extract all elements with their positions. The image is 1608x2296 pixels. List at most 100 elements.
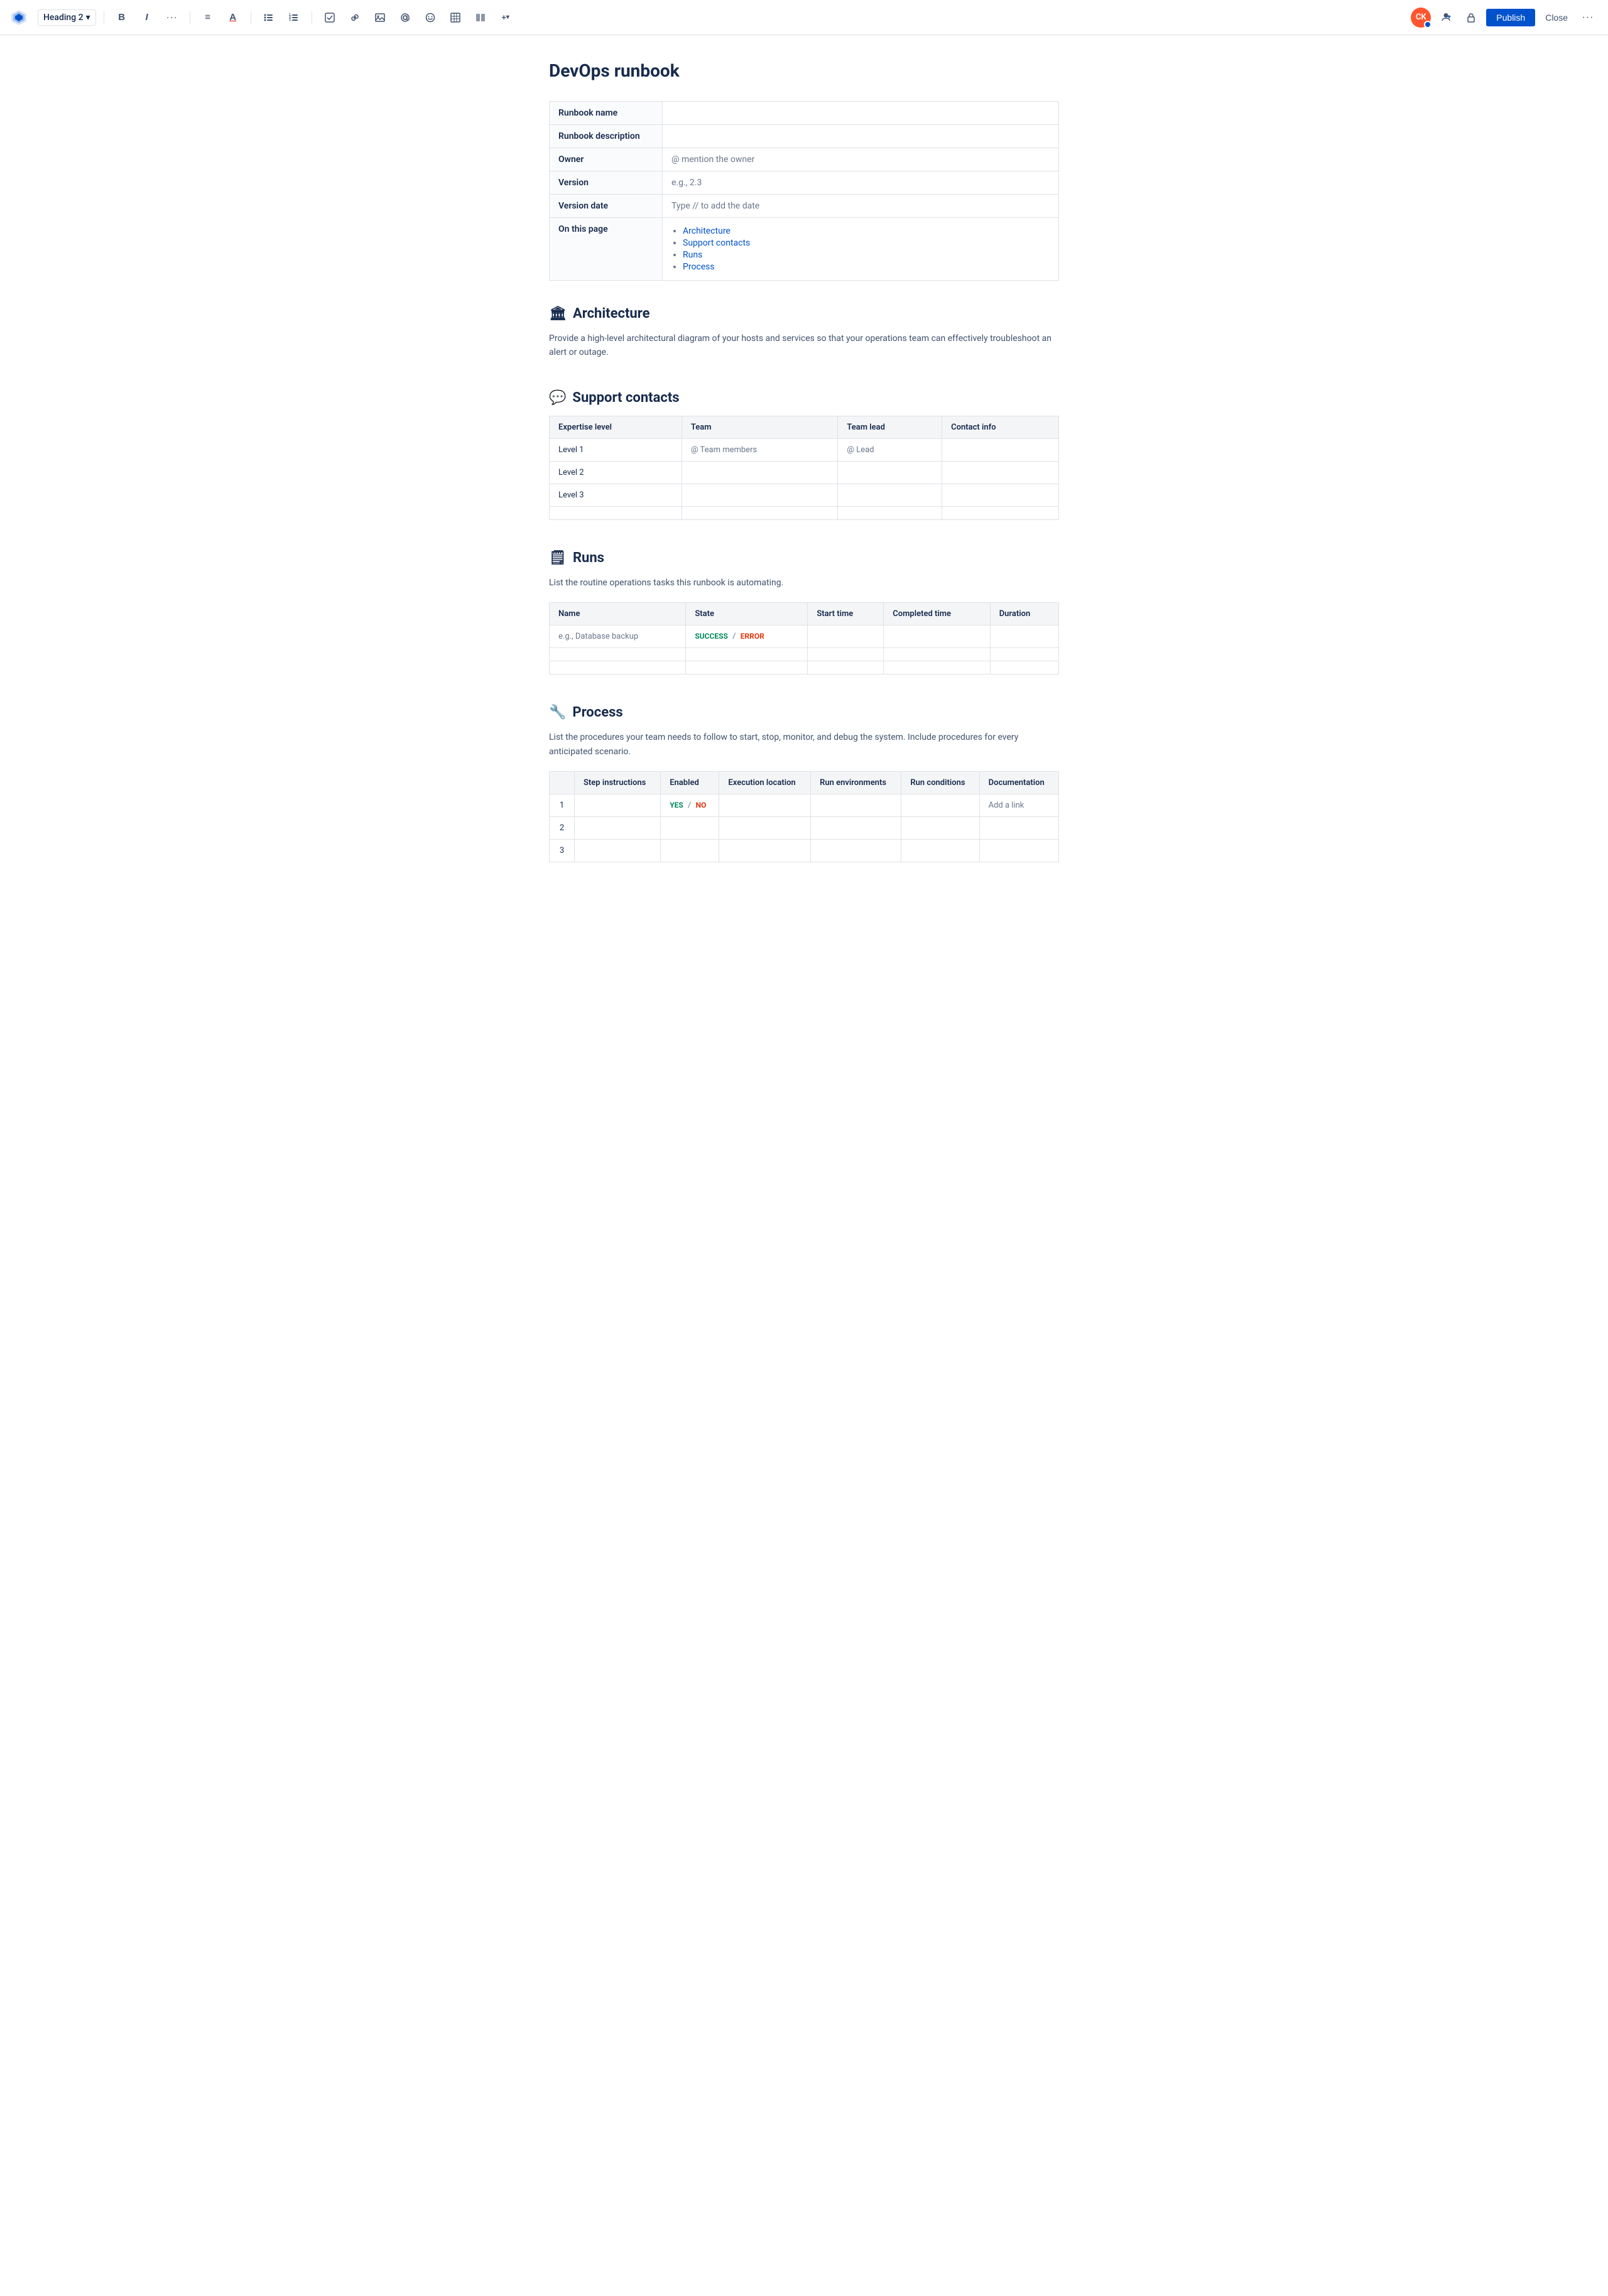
col-completed: Completed time [884,603,990,625]
cell-level[interactable]: Level 3 [550,484,682,506]
cell-contact[interactable] [942,484,1059,506]
user-avatar[interactable]: CK [1411,8,1431,28]
cell-name[interactable]: e.g., Database backup [550,625,686,648]
runs-description: List the routine operations tasks this r… [549,576,1059,590]
cell-duration[interactable] [990,661,1058,674]
cell-completed[interactable] [884,661,990,674]
cell-duration[interactable] [990,625,1058,648]
cell-environments[interactable] [811,816,901,839]
bold-button[interactable]: B [112,8,132,28]
cell-contact[interactable] [942,438,1059,461]
cell-completed[interactable] [884,648,990,661]
cell-duration[interactable] [990,648,1058,661]
cell-state[interactable]: SUCCESS / ERROR [686,625,808,648]
col-num [550,771,575,794]
architecture-description: Provide a high-level architectural diagr… [549,332,1059,360]
cell-start[interactable] [808,625,884,648]
row-value[interactable] [663,125,1059,148]
more-formatting-button[interactable]: ··· [162,8,182,28]
toc-link-process[interactable]: Process [683,262,715,272]
cell-instructions[interactable] [575,794,661,816]
task-button[interactable] [320,8,340,28]
cell-execution[interactable] [719,816,811,839]
mention-button[interactable] [395,8,415,28]
row-label: Version [550,171,663,195]
image-button[interactable] [370,8,390,28]
cell-docs[interactable] [979,839,1058,862]
chevron-icon: ▾ [506,14,509,21]
cell-level[interactable]: Level 1 [550,438,682,461]
row-value[interactable] [663,102,1059,125]
cell-name[interactable] [550,661,686,674]
cell-level[interactable]: Level 2 [550,461,682,484]
col-state: State [686,603,808,625]
cell-state[interactable] [686,648,808,661]
cell-level[interactable] [550,506,682,519]
cell-conditions[interactable] [901,794,979,816]
cell-team[interactable] [682,506,838,519]
toc-link-support[interactable]: Support contacts [683,238,750,248]
cell-environments[interactable] [811,839,901,862]
cell-team[interactable] [682,461,838,484]
link-button[interactable] [345,8,365,28]
runs-icon: 🗒 [549,550,567,566]
cell-docs[interactable]: Add a link [979,794,1058,816]
cell-enabled[interactable] [661,839,719,862]
italic-button[interactable]: I [137,8,157,28]
cell-enabled[interactable] [661,816,719,839]
toc-link-runs[interactable]: Runs [683,250,702,260]
state-separator: / [732,632,736,641]
row-value[interactable]: @ mention the owner [663,148,1059,171]
cell-lead[interactable]: @ Lead [838,438,942,461]
cell-contact[interactable] [942,461,1059,484]
cell-contact[interactable] [942,506,1059,519]
cell-team[interactable] [682,484,838,506]
info-table: Runbook name Runbook description Owner @… [549,101,1059,281]
runs-table: Name State Start time Completed time Dur… [549,602,1059,674]
close-button[interactable]: Close [1540,9,1573,26]
heading-style-select[interactable]: Heading 2 ▾ [38,9,96,26]
align-button[interactable]: ≡ [198,8,218,28]
support-icon: 💬 [549,390,566,406]
cell-enabled[interactable]: YES / NO [661,794,719,816]
cell-completed[interactable] [884,625,990,648]
cell-execution[interactable] [719,794,811,816]
support-contacts-section: 💬 Support contacts Expertise level Team … [549,390,1059,520]
row-value[interactable]: e.g., 2.3 [663,171,1059,195]
cell-conditions[interactable] [901,816,979,839]
more-options-button[interactable]: ··· [1578,8,1598,28]
success-badge: SUCCESS [695,632,728,641]
publish-button[interactable]: Publish [1486,9,1535,26]
more-blocks-button[interactable]: +▾ [496,8,516,28]
cell-state[interactable] [686,661,808,674]
cell-environments[interactable] [811,794,901,816]
cell-instructions[interactable] [575,816,661,839]
row-label: Version date [550,195,663,218]
row-value[interactable]: Type // to add the date [663,195,1059,218]
bullet-list-button[interactable] [259,8,279,28]
cell-name[interactable] [550,648,686,661]
col-execution: Execution location [719,771,811,794]
text-color-button[interactable]: A [223,8,243,28]
cell-team[interactable]: @ Team members [682,438,838,461]
emoji-button[interactable] [420,8,440,28]
cell-instructions[interactable] [575,839,661,862]
table-row [550,661,1059,674]
lock-button[interactable] [1461,8,1481,28]
cell-conditions[interactable] [901,839,979,862]
avatar-badge [1424,21,1431,28]
cell-lead[interactable] [838,484,942,506]
add-collaborator-button[interactable] [1436,8,1456,28]
table-row: On this page Architecture Support contac… [550,218,1059,281]
table-button[interactable] [445,8,465,28]
cell-lead[interactable] [838,461,942,484]
cell-docs[interactable] [979,816,1058,839]
cell-lead[interactable] [838,506,942,519]
numbered-list-button[interactable]: 1.2.3. [284,8,304,28]
cell-execution[interactable] [719,839,811,862]
toolbar: Heading 2 ▾ B I ··· ≡ A 1.2.3. +▾ CK [0,0,1608,35]
toc-link-architecture[interactable]: Architecture [683,226,731,236]
cell-start[interactable] [808,661,884,674]
cell-start[interactable] [808,648,884,661]
columns-button[interactable] [470,8,491,28]
